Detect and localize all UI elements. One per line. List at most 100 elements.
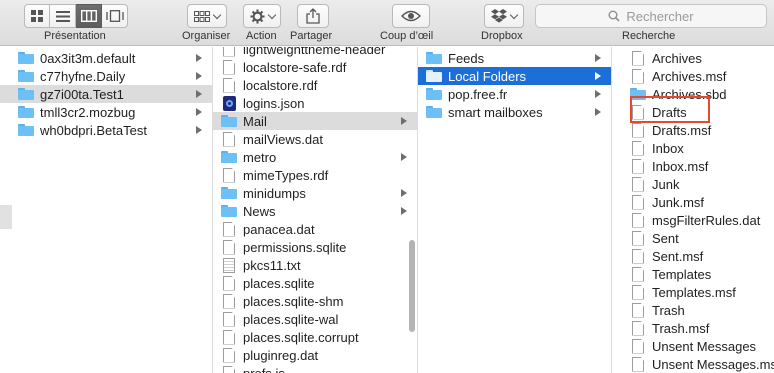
document-icon bbox=[632, 320, 644, 336]
disclosure-arrow-icon bbox=[595, 108, 601, 116]
file-row[interactable]: pkcs11.txt bbox=[213, 256, 417, 274]
item-name: mailViews.dat bbox=[243, 131, 323, 147]
file-row[interactable]: Archives bbox=[612, 49, 774, 67]
folder-row[interactable]: Local Folders bbox=[418, 67, 611, 85]
chevron-down-icon bbox=[509, 10, 519, 19]
file-row[interactable]: places.sqlite-shm bbox=[213, 292, 417, 310]
share-button[interactable] bbox=[297, 4, 329, 28]
folder-row[interactable]: News bbox=[213, 202, 417, 220]
file-row[interactable]: mailViews.dat bbox=[213, 130, 417, 148]
file-row[interactable]: Sent bbox=[612, 229, 774, 247]
file-row[interactable]: msgFilterRules.dat bbox=[612, 211, 774, 229]
file-row[interactable]: Inbox.msf bbox=[612, 157, 774, 175]
file-row[interactable]: pluginreg.dat bbox=[213, 346, 417, 364]
folder-icon bbox=[18, 106, 34, 118]
file-row[interactable]: Trash.msf bbox=[612, 319, 774, 337]
document-icon bbox=[632, 122, 644, 138]
folder-row[interactable]: minidumps bbox=[213, 184, 417, 202]
file-row[interactable]: Templates.msf bbox=[612, 283, 774, 301]
quicklook-button[interactable] bbox=[392, 4, 430, 28]
folder-icon bbox=[18, 88, 34, 100]
file-row[interactable]: permissions.sqlite bbox=[213, 238, 417, 256]
toolbar: Présentation Organiser Action Partager C… bbox=[0, 0, 774, 46]
folder-row[interactable]: smart mailboxes bbox=[418, 103, 611, 121]
scrollbar[interactable] bbox=[409, 240, 415, 332]
folder-row[interactable]: 0ax3it3m.default bbox=[0, 49, 212, 67]
action-button[interactable] bbox=[243, 4, 281, 28]
item-name: places.sqlite-shm bbox=[243, 293, 344, 309]
document-icon bbox=[223, 167, 235, 183]
document-icon bbox=[632, 158, 644, 174]
folder-row[interactable]: pop.free.fr bbox=[418, 85, 611, 103]
item-name: msgFilterRules.dat bbox=[652, 212, 761, 228]
folder-icon bbox=[426, 106, 442, 118]
folder-row[interactable]: wh0bdpri.BetaTest bbox=[0, 121, 212, 139]
folder-row[interactable]: gz7i00ta.Test1 bbox=[0, 85, 212, 103]
disclosure-arrow-icon bbox=[595, 90, 601, 98]
file-row[interactable]: Unsent Messages.msf bbox=[612, 355, 774, 373]
arrange-button[interactable] bbox=[187, 4, 227, 28]
item-name: Archives.msf bbox=[652, 68, 727, 84]
json-file-icon bbox=[223, 95, 236, 111]
item-name: Inbox.msf bbox=[652, 158, 709, 174]
item-name: Trash.msf bbox=[652, 320, 710, 336]
share-label: Partager bbox=[290, 30, 333, 42]
icon-view-button[interactable] bbox=[24, 4, 50, 28]
folder-row[interactable]: metro bbox=[213, 148, 417, 166]
item-name: prefs.js bbox=[243, 365, 285, 373]
item-name: wh0bdpri.BetaTest bbox=[40, 122, 147, 138]
search-placeholder: Rechercher bbox=[626, 8, 694, 24]
folder-row[interactable]: tmll3cr2.mozbug bbox=[0, 103, 212, 121]
file-row[interactable]: mimeTypes.rdf bbox=[213, 166, 417, 184]
file-row[interactable]: places.sqlite bbox=[213, 274, 417, 292]
file-row[interactable]: prefs.js bbox=[213, 364, 417, 373]
document-icon bbox=[632, 194, 644, 210]
file-row[interactable]: Junk bbox=[612, 175, 774, 193]
folder-row[interactable]: Feeds bbox=[418, 49, 611, 67]
file-row[interactable]: localstore.rdf bbox=[213, 76, 417, 94]
file-row[interactable]: Unsent Messages bbox=[612, 337, 774, 355]
file-row[interactable]: lightweighttheme-header bbox=[213, 47, 417, 58]
folder-icon bbox=[426, 52, 442, 64]
list-view-button[interactable] bbox=[50, 4, 76, 28]
item-name: panacea.dat bbox=[243, 221, 315, 237]
search-input[interactable]: Rechercher bbox=[535, 4, 767, 28]
disclosure-arrow-icon bbox=[196, 90, 202, 98]
document-icon bbox=[632, 230, 644, 246]
file-row[interactable]: places.sqlite-wal bbox=[213, 310, 417, 328]
document-icon bbox=[223, 47, 235, 57]
file-row[interactable]: localstore-safe.rdf bbox=[213, 58, 417, 76]
document-icon bbox=[632, 248, 644, 264]
folder-icon bbox=[221, 151, 237, 163]
column-profile-contents: lightweighttheme-header localstore-safe.r… bbox=[213, 47, 417, 373]
file-row[interactable]: panacea.dat bbox=[213, 220, 417, 238]
file-row[interactable]: Templates bbox=[612, 265, 774, 283]
file-row[interactable]: Trash bbox=[612, 301, 774, 319]
item-name: 0ax3it3m.default bbox=[40, 50, 136, 66]
item-name: c77hyfne.Daily bbox=[40, 68, 126, 84]
file-row[interactable]: Inbox bbox=[612, 139, 774, 157]
file-row[interactable]: logins.json bbox=[213, 94, 417, 112]
file-row[interactable]: Archives.msf bbox=[612, 67, 774, 85]
document-icon bbox=[632, 176, 644, 192]
gear-icon bbox=[249, 8, 265, 24]
file-row[interactable]: Junk.msf bbox=[612, 193, 774, 211]
folder-icon bbox=[426, 70, 442, 82]
view-mode-control bbox=[24, 4, 128, 30]
item-name: metro bbox=[243, 149, 277, 165]
document-icon bbox=[632, 68, 644, 84]
folder-row[interactable]: c77hyfne.Daily bbox=[0, 67, 212, 85]
file-row[interactable]: Drafts.msf bbox=[612, 121, 774, 139]
disclosure-arrow-icon bbox=[196, 72, 202, 80]
file-row[interactable]: Sent.msf bbox=[612, 247, 774, 265]
folder-row[interactable]: Mail bbox=[213, 112, 417, 130]
disclosure-arrow-icon bbox=[401, 153, 407, 161]
document-icon bbox=[223, 365, 235, 373]
item-name: Sent bbox=[652, 230, 679, 246]
column-view-button[interactable] bbox=[76, 4, 102, 28]
gallery-view-button[interactable] bbox=[102, 4, 128, 28]
file-row[interactable]: places.sqlite.corrupt bbox=[213, 328, 417, 346]
window-edge bbox=[0, 205, 12, 229]
dropbox-button[interactable] bbox=[484, 4, 524, 28]
disclosure-arrow-icon bbox=[401, 189, 407, 197]
